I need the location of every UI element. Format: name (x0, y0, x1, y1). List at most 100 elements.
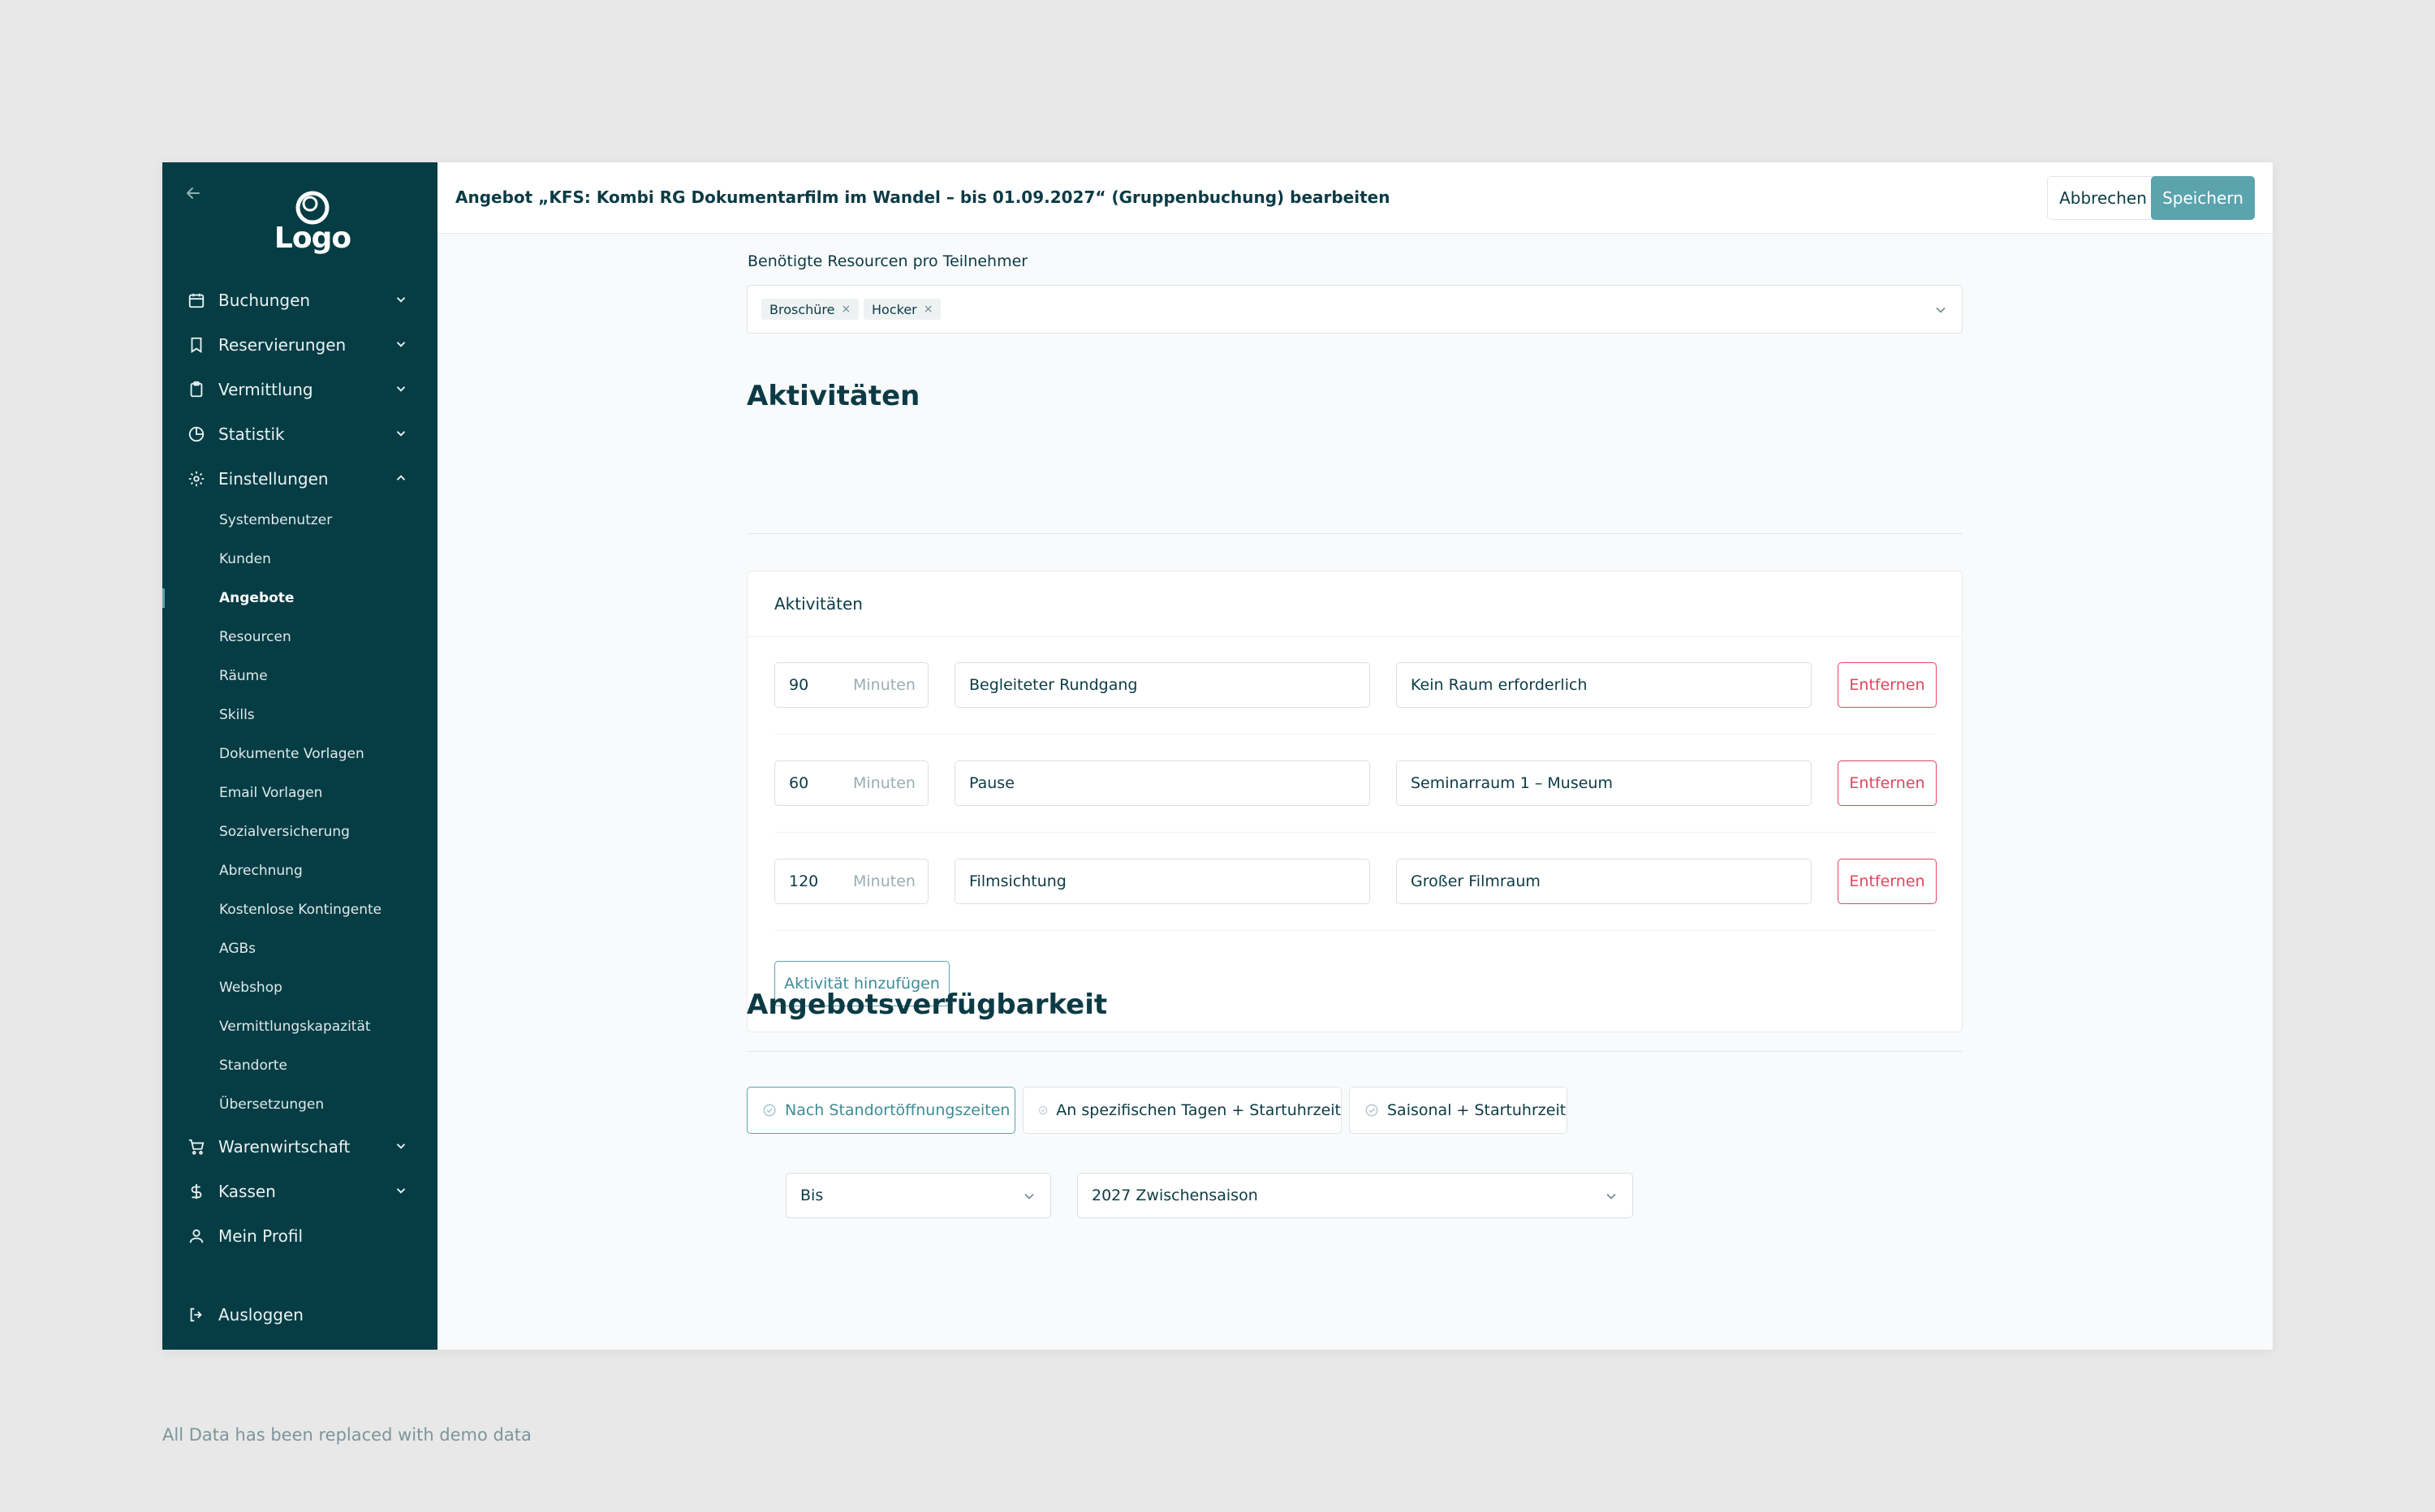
remove-tag-icon[interactable]: × (924, 303, 933, 316)
sidebar-subitem-angebote[interactable]: Angebote (162, 579, 437, 618)
resource-tag: Broschüre × (761, 299, 860, 320)
sidebar-subitem-agbs[interactable]: AGBs (162, 929, 437, 968)
sidebar-item-label: Einstellungen (218, 468, 329, 489)
activity-name-input[interactable]: Begleiteter Rundgang (955, 662, 1370, 708)
duration-unit: Minuten (853, 676, 916, 694)
chevron-down-icon (1606, 1193, 1616, 1200)
availability-option-opening-hours[interactable]: Nach Standortöffnungszeiten (747, 1087, 1015, 1134)
logo-text: Logo (274, 222, 351, 255)
sidebar-item-einstellungen[interactable]: Einstellungen (162, 456, 437, 501)
sidebar-subitem-kostenlose-kontingente[interactable]: Kostenlose Kontingente (162, 890, 437, 929)
sidebar-subitem-label: AGBs (219, 941, 256, 957)
chevron-down-icon (396, 386, 406, 392)
sidebar-subitem-label: Übersetzungen (219, 1096, 325, 1113)
sidebar-subitem-systembenutzer[interactable]: Systembenutzer (162, 501, 437, 540)
activity-name-input[interactable]: Filmsichtung (955, 859, 1370, 904)
check-circle-icon (1039, 1105, 1048, 1115)
sidebar-subitem-sozialversicherung[interactable]: Sozialversicherung (162, 812, 437, 851)
chevron-down-icon[interactable] (1933, 302, 1949, 318)
availability-option-seasonal[interactable]: Saisonal + Startuhrzeit (1349, 1087, 1567, 1134)
pie-chart-icon (188, 426, 205, 442)
sidebar-subitem-skills[interactable]: Skills (162, 696, 437, 734)
remove-activity-button[interactable]: Entfernen (1838, 760, 1937, 806)
row-divider (774, 832, 1937, 833)
season-select[interactable]: 2027 Zwischensaison (1077, 1173, 1633, 1218)
sidebar-subitem-label: Skills (219, 707, 255, 723)
sidebar-subitem-dokumente-vorlagen[interactable]: Dokumente Vorlagen (162, 734, 437, 773)
activity-row: 90 Minuten Begleiteter Rundgang Kein Rau… (774, 662, 1937, 708)
sidebar-subitem-label: Systembenutzer (219, 512, 333, 528)
sidebar-item-kassen[interactable]: Kassen (162, 1169, 437, 1213)
sidebar-subitem-label: Vermittlungskapazität (219, 1019, 371, 1035)
resource-tag: Hocker × (864, 299, 942, 320)
availability-heading: Angebotsverfügbarkeit (747, 989, 1108, 1021)
sidebar-subitem-label: Standorte (219, 1058, 287, 1074)
sidebar-item-label: Buchungen (218, 290, 311, 310)
chevron-down-icon (1024, 1193, 1034, 1200)
sidebar-subitem-kunden[interactable]: Kunden (162, 540, 437, 579)
logo[interactable]: Logo (260, 190, 365, 255)
sidebar-item-mein-profil[interactable]: Mein Profil (162, 1213, 437, 1258)
chevron-down-icon (396, 297, 406, 303)
page-header: Angebot „KFS: Kombi RG Dokumentarfilm im… (437, 162, 2273, 234)
duration-input[interactable]: 120 Minuten (774, 859, 929, 904)
demo-data-note: All Data has been replaced with demo dat… (162, 1425, 532, 1445)
duration-input[interactable]: 90 Minuten (774, 662, 929, 708)
availability-option-label: Saisonal + Startuhrzeit (1387, 1101, 1567, 1119)
room-select[interactable]: Kein Raum erforderlich (1396, 662, 1812, 708)
sidebar-subitem-standorte[interactable]: Standorte (162, 1046, 437, 1085)
availability-option-specific-days[interactable]: An spezifischen Tagen + Startuhrzeit (1023, 1087, 1342, 1134)
sidebar-subitem-label: Kostenlose Kontingente (219, 902, 382, 918)
save-button[interactable]: Speichern (2151, 176, 2255, 220)
check-circle-icon (1365, 1104, 1378, 1117)
duration-input[interactable]: 60 Minuten (774, 760, 929, 806)
availability-option-label: An spezifischen Tagen + Startuhrzeit (1056, 1101, 1341, 1119)
sidebar-subitem-label: Email Vorlagen (219, 785, 323, 801)
room-select[interactable]: Großer Filmraum (1396, 859, 1812, 904)
sidebar: Logo Buchungen Reservierungen Vermittlun… (162, 162, 437, 1350)
sidebar-item-warenwirtschaft[interactable]: Warenwirtschaft (162, 1124, 437, 1169)
room-select[interactable]: Seminarraum 1 – Museum (1396, 760, 1812, 806)
sidebar-subitem-label: Räume (219, 668, 268, 684)
logout-button[interactable]: Ausloggen (187, 1303, 304, 1327)
duration-unit: Minuten (853, 774, 916, 792)
bis-select-value: Bis (800, 1187, 824, 1204)
section-divider (747, 1051, 1963, 1052)
sidebar-item-statistik[interactable]: Statistik (162, 411, 437, 456)
sidebar-subitem-raeume[interactable]: Räume (162, 657, 437, 696)
duration-value: 120 (789, 872, 819, 890)
chevron-down-icon (396, 342, 406, 347)
sidebar-subitem-webshop[interactable]: Webshop (162, 968, 437, 1007)
sidebar-subitem-abrechnung[interactable]: Abrechnung (162, 851, 437, 890)
remove-tag-icon[interactable]: × (841, 303, 851, 316)
activity-name-input[interactable]: Pause (955, 760, 1370, 806)
sidebar-item-reservierungen[interactable]: Reservierungen (162, 322, 437, 367)
back-arrow-icon[interactable] (183, 183, 203, 203)
sidebar-item-label: Mein Profil (218, 1226, 304, 1246)
chevron-down-icon (396, 1188, 406, 1194)
sidebar-subitem-uebersetzungen[interactable]: Übersetzungen (162, 1085, 437, 1124)
chevron-down-icon (396, 1144, 406, 1149)
sidebar-subitem-label: Resourcen (219, 629, 291, 645)
sidebar-item-vermittlung[interactable]: Vermittlung (162, 367, 437, 411)
activity-row: 60 Minuten Pause Seminarraum 1 – Museum … (774, 760, 1937, 806)
sidebar-subitem-resourcen[interactable]: Resourcen (162, 618, 437, 657)
sidebar-subitem-vermittlungskapazitaet[interactable]: Vermittlungskapazität (162, 1007, 437, 1046)
app-window: Logo Buchungen Reservierungen Vermittlun… (162, 162, 2273, 1350)
gear-icon (188, 471, 205, 486)
bis-select[interactable]: Bis (786, 1173, 1051, 1218)
resources-multiselect[interactable]: Broschüre × Hocker × (747, 285, 1963, 334)
chevron-up-icon (396, 475, 406, 480)
sidebar-subitem-label: Webshop (219, 980, 282, 996)
activities-card-title: Aktivitäten (774, 594, 863, 614)
sidebar-item-buchungen[interactable]: Buchungen (162, 278, 437, 322)
sidebar-subitem-email-vorlagen[interactable]: Email Vorlagen (162, 773, 437, 812)
remove-activity-button[interactable]: Entfernen (1838, 859, 1937, 904)
sidebar-subitem-label: Sozialversicherung (219, 824, 350, 840)
dollar-icon (191, 1183, 202, 1199)
sidebar-nav: Buchungen Reservierungen Vermittlung Sta… (162, 278, 437, 1258)
remove-activity-button[interactable]: Entfernen (1838, 662, 1937, 708)
calendar-icon (188, 293, 205, 308)
sidebar-item-label: Kassen (218, 1181, 276, 1201)
cancel-button[interactable]: Abbrechen (2047, 176, 2159, 220)
